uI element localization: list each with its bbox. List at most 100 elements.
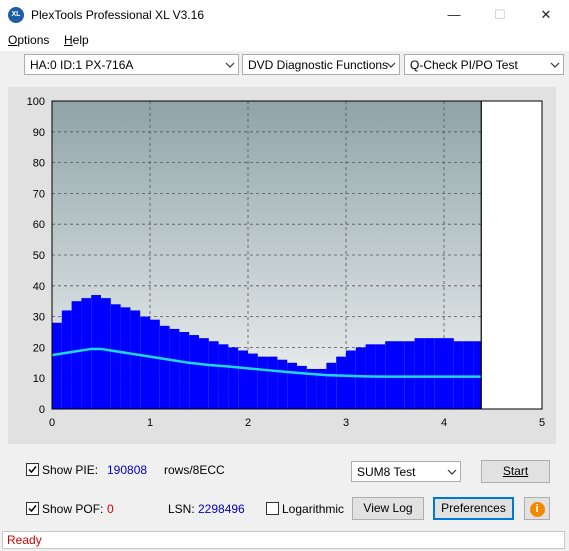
- close-button[interactable]: ✕: [523, 0, 569, 30]
- show-pof-checkbox[interactable]: [26, 502, 39, 515]
- minimize-button[interactable]: —: [431, 0, 477, 30]
- pie-bar: [71, 301, 82, 409]
- pie-bar: [248, 353, 258, 409]
- pie-bar: [52, 322, 62, 409]
- pie-bar: [257, 356, 268, 409]
- pie-bar: [355, 347, 366, 409]
- y-tick-label: 60: [33, 219, 45, 231]
- pie-bar: [395, 341, 405, 409]
- pie-bar: [238, 350, 248, 409]
- chevron-down-icon: [550, 62, 560, 68]
- y-tick-label: 90: [33, 127, 45, 139]
- function-select-value: DVD Diagnostic Functions: [248, 58, 389, 72]
- pie-bar: [434, 338, 444, 409]
- menu-help[interactable]: Help: [64, 33, 89, 47]
- unscanned-region: [481, 101, 542, 409]
- pie-bar: [150, 319, 160, 409]
- maximize-button[interactable]: ☐: [477, 0, 523, 30]
- pie-bar: [120, 307, 131, 409]
- menu-options[interactable]: Options: [8, 33, 49, 47]
- pie-bar: [444, 338, 454, 409]
- pie-bar: [218, 344, 229, 409]
- start-button[interactable]: Start: [481, 460, 550, 483]
- pie-bar: [179, 332, 190, 409]
- pie-bar: [424, 338, 435, 409]
- pie-bar: [385, 341, 395, 409]
- x-tick-label: 2: [245, 417, 251, 429]
- pie-bar: [326, 362, 337, 409]
- title-bar: XL PlexTools Professional XL V3.16 — ☐ ✕: [0, 0, 569, 30]
- y-tick-label: 50: [33, 250, 45, 262]
- preferences-button[interactable]: Preferences: [433, 497, 514, 520]
- y-tick-label: 100: [27, 96, 45, 108]
- logarithmic-label: Logarithmic: [282, 502, 345, 516]
- status-text: Ready: [7, 533, 42, 547]
- y-tick-label: 10: [33, 373, 45, 385]
- x-tick-label: 0: [49, 417, 55, 429]
- pie-bar: [287, 362, 297, 409]
- check-icon: [28, 466, 37, 474]
- status-bar: Ready: [0, 529, 569, 551]
- lsn-value: 2298496: [198, 502, 245, 516]
- pie-bar: [130, 310, 141, 409]
- pie-bar: [463, 341, 474, 409]
- pie-bar: [267, 356, 278, 409]
- pie-bar: [81, 298, 92, 409]
- chevron-down-icon: [225, 62, 235, 68]
- check-icon: [28, 505, 37, 513]
- pie-bar: [473, 341, 482, 409]
- pie-bar: [346, 350, 356, 409]
- show-pie-label: Show PIE:: [42, 463, 99, 477]
- show-pie-checkbox[interactable]: [26, 463, 39, 476]
- chevron-down-icon: [447, 469, 457, 475]
- y-tick-label: 70: [33, 188, 45, 200]
- show-pof-label: Show POF:: [42, 502, 104, 516]
- chart-panel: 0 10 20 30 40 50 60 70 80 90 100 0 1 2 3 4 5: [8, 87, 556, 444]
- pie-bar: [228, 347, 239, 409]
- pie-value: 190808: [107, 463, 148, 477]
- lsn-label: LSN:: [168, 502, 195, 516]
- pie-bar: [404, 341, 415, 409]
- y-tick-label: 40: [33, 281, 45, 293]
- pie-bar: [91, 295, 101, 409]
- x-tick-label: 5: [539, 417, 545, 429]
- pie-bar: [414, 338, 425, 409]
- function-select[interactable]: DVD Diagnostic Functions: [242, 54, 400, 75]
- pie-bar: [199, 338, 209, 409]
- app-icon: XL: [8, 7, 24, 23]
- x-tick-label: 3: [343, 417, 349, 429]
- y-tick-label: 80: [33, 158, 45, 170]
- info-button[interactable]: i: [524, 497, 550, 520]
- pie-bar: [336, 356, 346, 409]
- x-tick-label: 4: [441, 417, 447, 429]
- pof-value: 0: [107, 502, 114, 516]
- drive-select-value: HA:0 ID:1 PX-716A: [30, 58, 134, 72]
- test-mode-select[interactable]: SUM8 Test: [351, 461, 461, 482]
- window-title: PlexTools Professional XL V3.16: [31, 8, 204, 22]
- pie-bar: [189, 335, 199, 409]
- test-mode-value: SUM8 Test: [357, 465, 416, 479]
- pie-bar: [61, 310, 72, 409]
- pie-bar: [140, 316, 150, 409]
- rows-unit: rows/8ECC: [164, 463, 225, 477]
- chevron-down-icon: [386, 62, 396, 68]
- test-select[interactable]: Q-Check PI/PO Test: [404, 54, 564, 75]
- drive-select[interactable]: HA:0 ID:1 PX-716A: [24, 54, 239, 75]
- view-log-button[interactable]: View Log: [352, 497, 424, 520]
- pie-bar: [101, 298, 111, 409]
- y-tick-label: 0: [39, 404, 45, 416]
- y-tick-label: 20: [33, 342, 45, 354]
- pie-bar: [277, 359, 288, 409]
- menu-bar: Options Help: [0, 30, 569, 51]
- pie-bar: [453, 341, 464, 409]
- pie-bar: [208, 341, 219, 409]
- pie-bar: [159, 325, 170, 409]
- pie-bar: [169, 328, 180, 409]
- logarithmic-checkbox[interactable]: [266, 502, 279, 515]
- pi-po-chart: 0 10 20 30 40 50 60 70 80 90 100 0 1 2 3 4 5: [27, 96, 545, 429]
- y-tick-label: 30: [33, 312, 45, 324]
- x-tick-label: 1: [147, 417, 153, 429]
- pie-bar: [110, 304, 121, 409]
- info-icon: i: [529, 502, 545, 517]
- test-select-value: Q-Check PI/PO Test: [410, 58, 518, 72]
